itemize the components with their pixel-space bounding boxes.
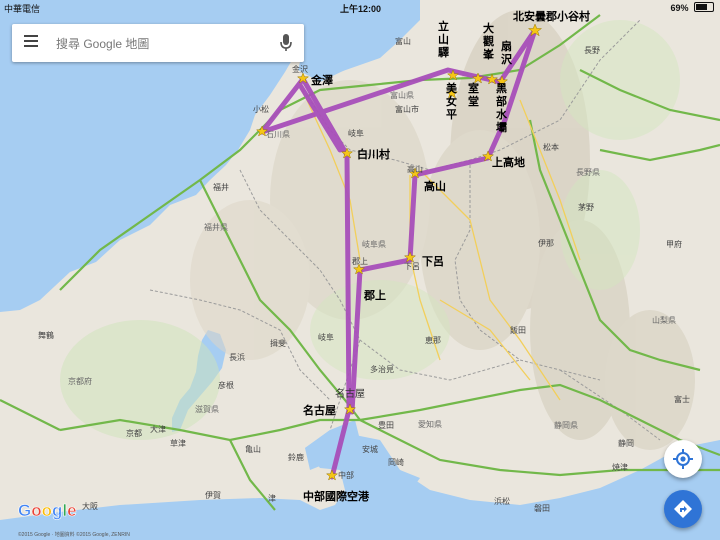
label-tsu: 津 [268, 493, 276, 503]
label-kyoto-fu: 京都府 [68, 376, 92, 386]
label-nagano-ken: 長野県 [576, 168, 600, 177]
label-kyoto: 京都 [126, 428, 142, 438]
label-osaka: 大阪 [82, 501, 98, 511]
mic-icon[interactable] [280, 33, 292, 53]
label-maizuru: 舞鶴 [38, 330, 54, 340]
battery-icon [694, 2, 714, 12]
label-shizuoka: 静岡 [618, 438, 634, 448]
route-label-kurobe: 黑部水壩 [496, 82, 508, 134]
carrier-label: 中華電信 [4, 4, 41, 14]
label-chino: 茅野 [578, 202, 594, 212]
search-bar[interactable]: 搜尋 Google 地圖 [12, 24, 304, 62]
label-komatsu: 小松 [253, 104, 269, 114]
label-hikone: 彦根 [218, 380, 234, 390]
label-toyama-city: 富山市 [395, 104, 419, 114]
label-nagahama: 長浜 [229, 352, 245, 362]
google-logo: Google [18, 501, 77, 521]
label-okazaki: 岡崎 [388, 457, 404, 467]
label-fukui-ken: 福井県 [204, 222, 228, 232]
route-label-chubu: 中部國際空港 [303, 489, 370, 503]
label-kameyama: 亀山 [245, 444, 261, 454]
directions-button[interactable] [664, 490, 702, 528]
label-fuji: 富士 [674, 394, 690, 404]
label-fukui: 福井 [213, 182, 229, 192]
search-input[interactable]: 搜尋 Google 地圖 [56, 35, 149, 52]
label-kanazawa-map: 金沢 [292, 64, 308, 74]
menu-icon[interactable] [24, 35, 38, 49]
label-ena: 恵那 [425, 335, 441, 345]
label-ibi: 揖斐 [270, 338, 286, 348]
label-yamanashi: 山梨県 [652, 315, 676, 325]
label-toyama-ken: 富山県 [390, 90, 414, 100]
status-time: 上午12:00 [340, 4, 382, 14]
route-label-murodo: 室堂 [468, 81, 479, 108]
label-iga: 伊賀 [205, 490, 221, 500]
label-nagano: 長野 [584, 46, 600, 55]
status-bar: 中華電信 上午12:00 69% [0, 0, 720, 16]
route-label-daikanbo: 大觀峯 [482, 21, 495, 61]
label-takayama-map: 高山 [407, 164, 423, 174]
route-label-tateyama: 立山驛 [438, 19, 449, 59]
label-iwata: 磐田 [534, 503, 550, 513]
my-location-button[interactable] [664, 440, 702, 478]
battery-percent: 69% [670, 3, 689, 13]
label-kusatsu: 草津 [170, 438, 186, 448]
route-label-gujo: 郡上 [363, 288, 386, 302]
label-yaizu: 焼津 [612, 462, 628, 472]
label-shiga: 滋賀県 [195, 404, 219, 414]
label-toyama: 富山 [395, 36, 411, 46]
route-label-bodaira: 扇沢 [501, 39, 513, 66]
map-copyright: ©2015 Google · 地圖資料 ©2015 Google, ZENRIN [18, 531, 130, 538]
label-chubu-map: 中部 [338, 470, 354, 480]
label-toyota: 豊田 [378, 420, 394, 430]
label-tajimi: 多治見 [370, 364, 394, 374]
my-location-icon [673, 449, 693, 469]
label-anjo: 安城 [362, 444, 378, 454]
route-label-shirakawa: 白川村 [357, 147, 390, 161]
label-iida: 飯田 [510, 325, 526, 335]
directions-icon [674, 500, 692, 518]
label-matsumoto: 松本 [543, 142, 559, 152]
route-label-nagoya: 名古屋 [303, 403, 336, 417]
label-gifu-ken: 岐阜県 [362, 239, 386, 249]
label-ishikawa: 石川県 [266, 130, 290, 139]
label-ina: 伊那 [538, 238, 554, 248]
label-shizuoka-ken: 静岡県 [554, 420, 578, 430]
label-gujo-map: 郡上 [352, 256, 368, 266]
label-gifu: 岐阜 [318, 332, 334, 342]
label-suzuka: 鈴鹿 [288, 452, 304, 462]
label-hamamatsu: 浜松 [494, 496, 510, 506]
label-gifu-small: 岐阜 [348, 128, 364, 138]
label-nagoya-map: 名古屋 [335, 387, 365, 400]
svg-text:Google: Google [18, 501, 77, 520]
route-label-bijodaira: 美女平 [446, 81, 458, 121]
route-label-kamikochi: 上高地 [492, 155, 525, 169]
map-canvas[interactable]: 富山 富山県 長野 長野県 松本 茅野 伊那 飯田 山梨県 甲府 富士 静岡 静… [0, 0, 720, 540]
route-label-takayama: 高山 [424, 179, 446, 193]
route-label-kanazawa: 金澤 [310, 73, 333, 87]
label-otsu: 大津 [150, 424, 166, 434]
label-kofu: 甲府 [666, 239, 682, 249]
battery-status: 69% [670, 2, 714, 13]
route-label-gero: 下呂 [422, 255, 444, 268]
label-gero-map: 下呂 [404, 262, 420, 271]
label-aichi: 愛知県 [418, 419, 442, 429]
